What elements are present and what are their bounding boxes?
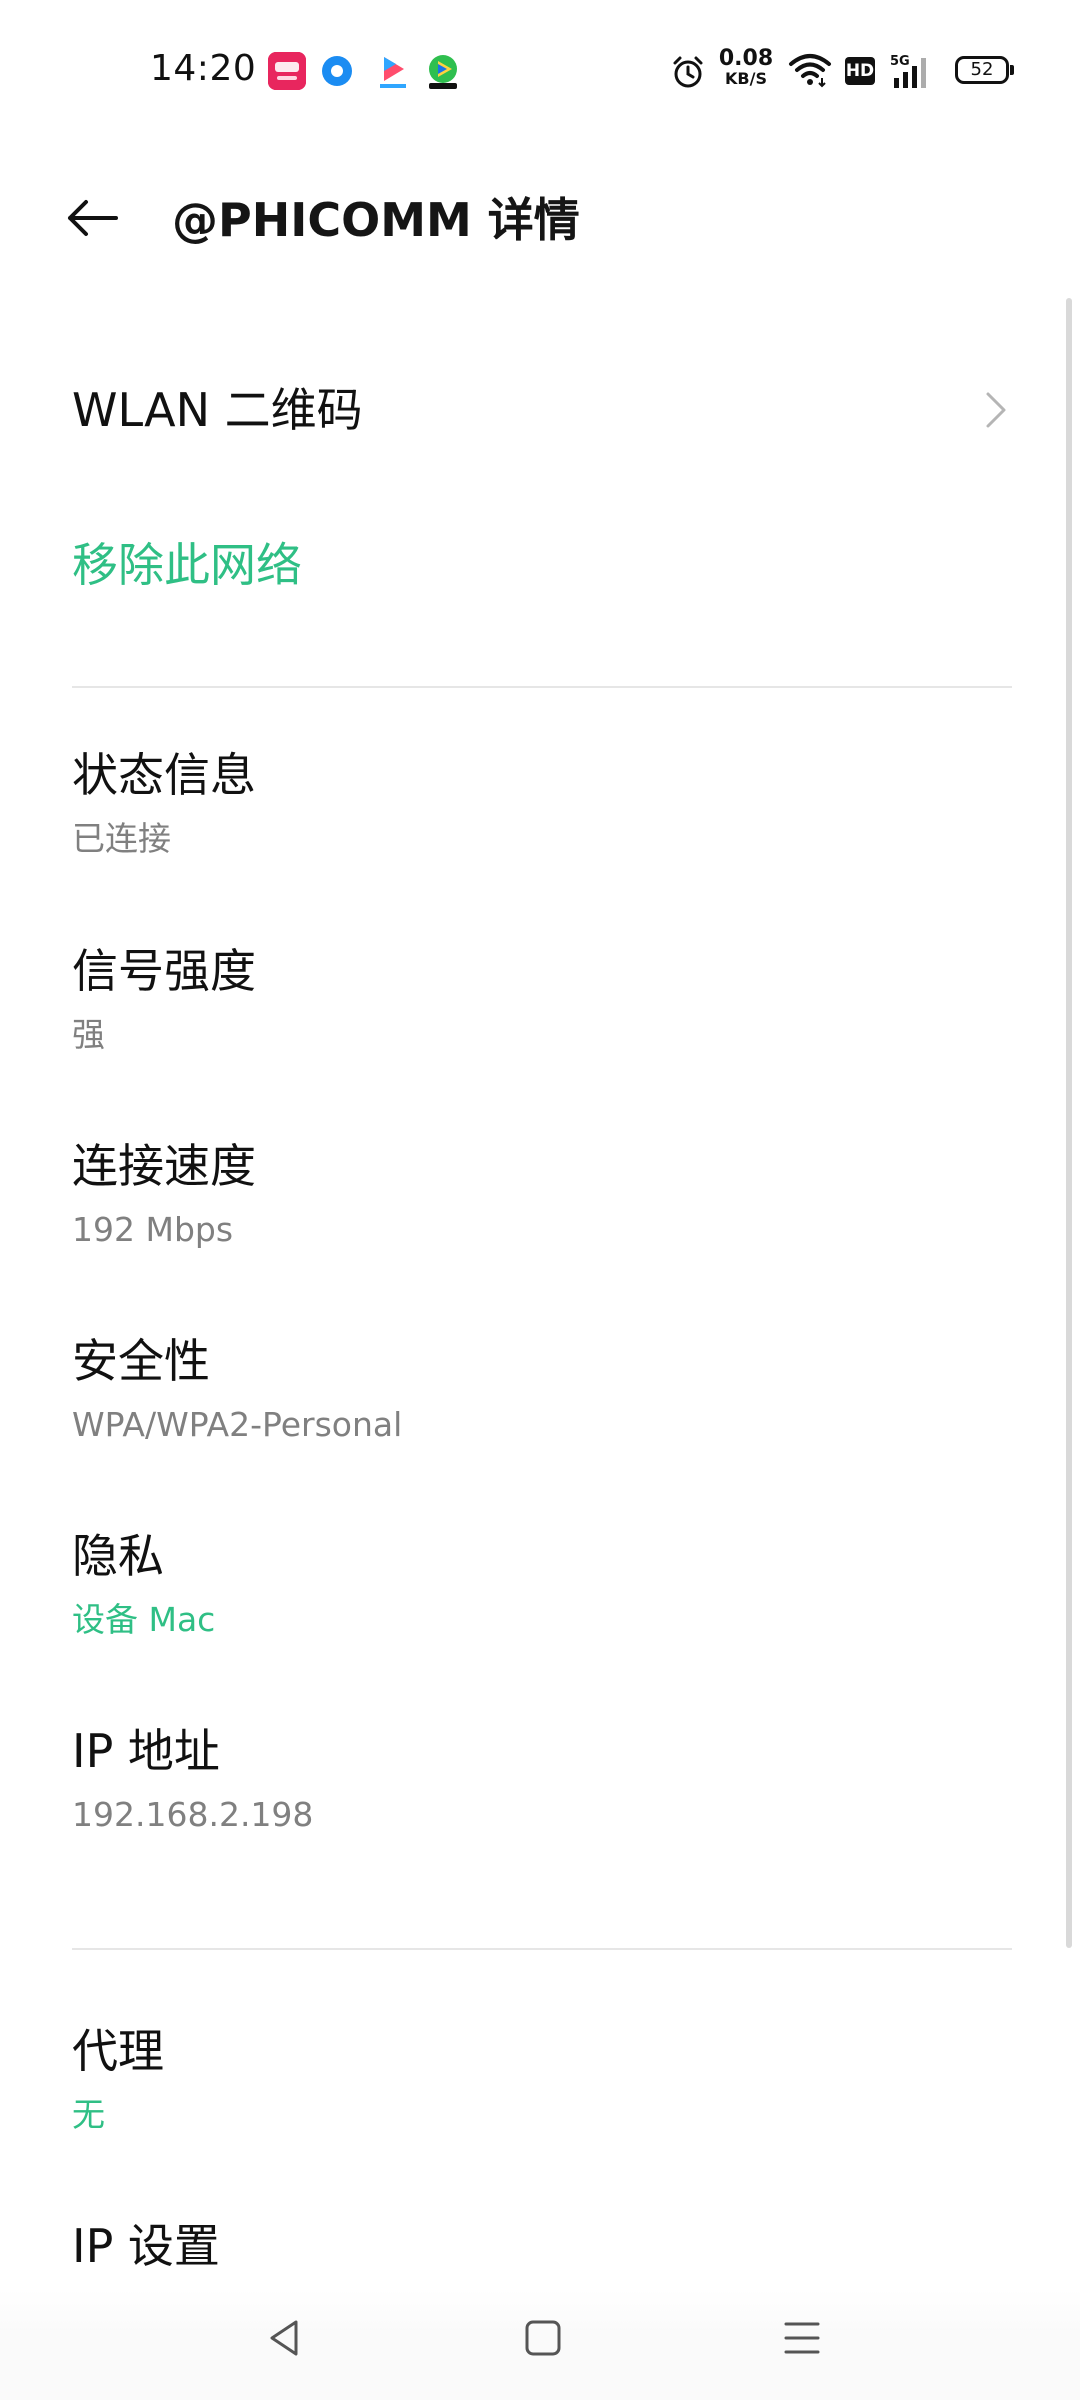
nav-recents-button[interactable] — [772, 2310, 832, 2370]
status-bar: 14:20 0.08 KB/S HD 5G 52 — [0, 0, 1080, 140]
ip-address-title: IP 地址 — [72, 1724, 220, 1778]
wifi-details-screen: 14:20 0.08 KB/S HD 5G 52 @PHICOMM 详情 WLA… — [0, 0, 1080, 2400]
privacy-title: 隐私 — [72, 1529, 164, 1583]
net-speed-unit: KB/S — [725, 69, 767, 88]
link-speed-title: 连接速度 — [72, 1139, 256, 1193]
ip-settings-title: IP 设置 — [72, 2219, 220, 2273]
signal-5g-icon: 5G — [890, 52, 934, 96]
privacy-item[interactable]: 隐私 设备 Mac — [72, 1525, 972, 1643]
tencent-video-app-icon — [424, 52, 462, 90]
status-time: 14:20 — [150, 48, 257, 89]
section-divider — [72, 1948, 1012, 1950]
signal-strength-title: 信号强度 — [72, 944, 256, 998]
remove-network-button[interactable]: 移除此网络 — [72, 534, 302, 596]
nav-home-icon — [521, 2316, 565, 2364]
nav-recents-icon — [780, 2316, 824, 2364]
section-divider — [72, 686, 1012, 688]
wifi-icon — [788, 52, 832, 96]
net-speed-value: 0.08 — [718, 46, 774, 71]
system-nav-bar — [0, 2290, 1080, 2400]
ip-address-value: 192.168.2.198 — [72, 1795, 314, 1834]
status-info-title: 状态信息 — [72, 748, 256, 802]
hd-icon: HD — [845, 57, 875, 85]
proxy-value: 无 — [72, 2095, 105, 2134]
back-button[interactable] — [55, 188, 129, 252]
status-info-value: 已连接 — [72, 819, 171, 858]
signal-strength-item: 信号强度 强 — [72, 940, 972, 1058]
status-info-item: 状态信息 已连接 — [72, 744, 972, 862]
signal-strength-value: 强 — [72, 1015, 105, 1054]
ip-address-item: IP 地址 192.168.2.198 — [72, 1720, 972, 1838]
wlan-qr-code-label: WLAN 二维码 — [72, 383, 363, 437]
security-title: 安全性 — [72, 1334, 210, 1388]
page-title: @PHICOMM 详情 — [172, 193, 580, 247]
youku-app-icon — [374, 52, 412, 90]
proxy-title: 代理 — [72, 2024, 164, 2078]
wlan-qr-code-row[interactable]: WLAN 二维码 — [0, 350, 1080, 470]
nav-back-icon — [262, 2316, 306, 2364]
link-speed-item: 连接速度 192 Mbps — [72, 1135, 972, 1253]
alarm-icon — [670, 54, 706, 98]
nav-back-button[interactable] — [254, 2310, 314, 2370]
proxy-item[interactable]: 代理 无 — [72, 2020, 972, 2138]
chevron-right-icon — [970, 386, 1018, 434]
arrow-left-icon — [64, 198, 120, 242]
security-item: 安全性 WPA/WPA2-Personal — [72, 1330, 972, 1448]
link-speed-value: 192 Mbps — [72, 1210, 234, 1249]
circle-app-icon — [322, 56, 352, 86]
vipshop-app-icon — [268, 52, 306, 90]
net-speed: 0.08 KB/S — [718, 48, 774, 88]
security-value: WPA/WPA2-Personal — [72, 1405, 403, 1444]
scrollbar[interactable] — [1066, 298, 1072, 1948]
battery-icon: 52 — [955, 56, 1014, 84]
nav-home-button[interactable] — [513, 2310, 573, 2370]
svg-text:5G: 5G — [890, 54, 910, 69]
privacy-value: 设备 Mac — [72, 1600, 216, 1639]
app-header: @PHICOMM 详情 — [0, 160, 1080, 280]
ip-settings-item[interactable]: IP 设置 — [72, 2215, 972, 2277]
